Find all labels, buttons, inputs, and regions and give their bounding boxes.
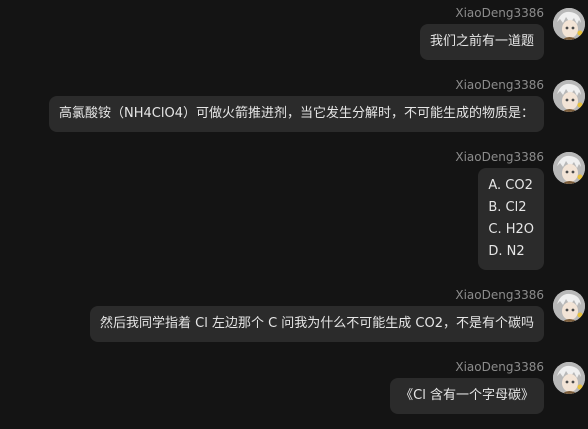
message-text: 我们之前有一道题 <box>429 34 534 49</box>
username[interactable]: XiaoDeng3386 <box>455 78 544 92</box>
message-bubble[interactable]: 高氯酸铵（NH4ClO4）可做火箭推进剂，当它发生分解时，不可能生成的物质是： <box>49 96 544 132</box>
option-a: A. CO2 <box>488 178 533 193</box>
anime-avatar-icon[interactable] <box>553 8 585 40</box>
message-text: 《Cl 含有一个字母碳》 <box>400 388 534 403</box>
message-bubble[interactable]: 然后我同学指着 Cl 左边那个 C 问我为什么不可能生成 CO2，不是有个碳吗 <box>89 306 544 342</box>
username[interactable]: XiaoDeng3386 <box>455 360 544 374</box>
anime-avatar-icon[interactable] <box>553 152 585 184</box>
anime-avatar-icon[interactable] <box>553 362 585 394</box>
message-bubble[interactable]: 我们之前有一道题 <box>419 24 544 60</box>
username[interactable]: XiaoDeng3386 <box>455 288 544 302</box>
anime-avatar-icon[interactable] <box>553 290 585 322</box>
option-b: B. Cl2 <box>488 200 527 215</box>
message-bubble[interactable]: 《Cl 含有一个字母碳》 <box>390 378 544 414</box>
chat-thread: XiaoDeng3386 我们之前有一道题 XiaoDeng3386 高氯酸铵（… <box>0 0 588 429</box>
option-c: C. H2O <box>488 222 534 237</box>
message-text: 高氯酸铵（NH4ClO4）可做火箭推进剂，当它发生分解时，不可能生成的物质是： <box>59 106 534 121</box>
anime-avatar-icon[interactable] <box>553 80 585 112</box>
username[interactable]: XiaoDeng3386 <box>455 150 544 164</box>
option-d: D. N2 <box>488 244 525 259</box>
message-text: 然后我同学指着 Cl 左边那个 C 问我为什么不可能生成 CO2，不是有个碳吗 <box>99 316 534 331</box>
username[interactable]: XiaoDeng3386 <box>455 6 544 20</box>
message-bubble[interactable]: A. CO2 B. Cl2 C. H2O D. N2 <box>478 168 544 270</box>
